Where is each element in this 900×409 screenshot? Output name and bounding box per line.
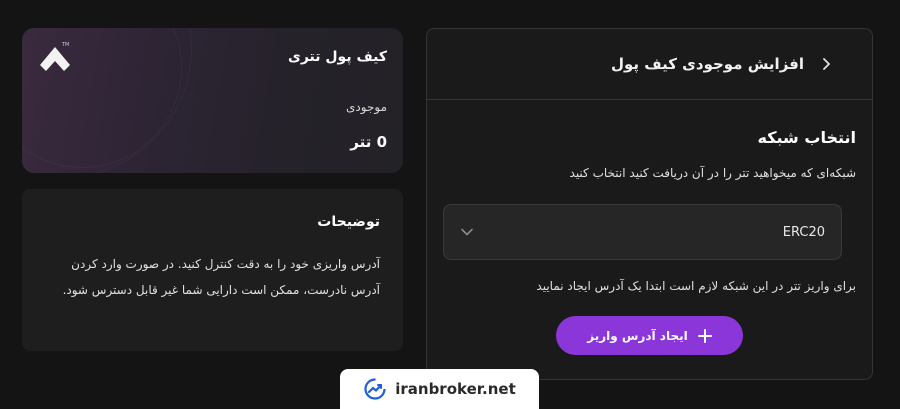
notes-card: توضیحات آدرس واریزی خود را به دقت کنترل …	[22, 189, 403, 351]
create-address-notice: برای واریز تتر در این شبکه لازم است ابتد…	[536, 279, 856, 293]
network-section-title: انتخاب شبکه	[757, 128, 856, 147]
notes-title: توضیحات	[317, 214, 380, 230]
wallet-title: کیف پول تتری	[288, 49, 387, 65]
trademark-mark: TM	[62, 42, 70, 48]
wallet-card: TM کیف پول تتری موجودی 0 تتر	[22, 28, 403, 173]
trend-chart-icon	[364, 378, 386, 400]
network-section-description: شبکه‌ای که میخواهید تتر را در آن دریافت …	[569, 166, 856, 180]
notes-body: آدرس واریزی خود را به دقت کنترل کنید. در…	[62, 257, 380, 297]
create-deposit-address-label: ایجاد آدرس واریز	[587, 328, 688, 343]
create-deposit-address-button[interactable]: ایجاد آدرس واریز	[556, 316, 743, 355]
balance-label: موجودی	[346, 100, 387, 114]
balance-value: 0 تتر	[350, 133, 387, 151]
plus-icon	[697, 328, 712, 343]
watermark-text: iranbroker.net	[395, 380, 516, 398]
chevron-right-icon[interactable]	[820, 58, 832, 70]
network-select[interactable]: ERC20	[443, 204, 842, 260]
page-title: افزایش موجودی کیف پول	[610, 55, 804, 73]
panel-header: افزایش موجودی کیف پول	[427, 29, 872, 100]
deposit-panel: افزایش موجودی کیف پول انتخاب شبکه شبکه‌ا…	[426, 28, 873, 380]
selected-network-value: ERC20	[782, 224, 825, 240]
brand-logo-icon	[40, 47, 70, 71]
chevron-down-icon	[460, 225, 474, 239]
watermark-badge: iranbroker.net	[340, 369, 539, 409]
